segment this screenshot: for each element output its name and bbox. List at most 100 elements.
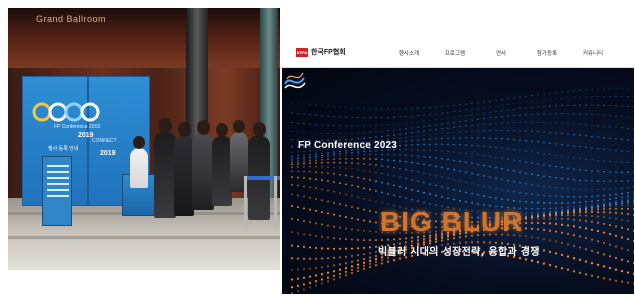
particle-dot: [321, 161, 323, 164]
particle-dot: [596, 230, 600, 233]
particle-dot: [536, 217, 540, 221]
particle-dot: [326, 265, 330, 268]
particle-dot: [387, 183, 389, 185]
particle-dot: [519, 102, 521, 104]
particle-dot: [554, 252, 558, 255]
particle-wave-graphic: [290, 87, 634, 294]
particle-dot: [303, 156, 305, 159]
particle-dot: [333, 106, 335, 108]
particle-dot: [387, 173, 389, 176]
particle-dot: [537, 121, 539, 124]
particle-dot: [315, 114, 317, 116]
particle-dot: [584, 214, 588, 217]
particle-dot: [530, 218, 534, 221]
particle-dot: [549, 92, 551, 94]
particle-dot: [483, 123, 485, 126]
particle-dot: [291, 183, 293, 186]
particle-dot: [387, 159, 389, 161]
particle-dot: [296, 232, 300, 235]
particle-dot: [573, 178, 575, 181]
nav-item-community[interactable]: 커뮤니티: [570, 49, 616, 57]
particle-dot: [345, 132, 347, 134]
particle-dot: [572, 218, 576, 221]
particle-dot: [615, 126, 617, 128]
particle-dot: [579, 96, 581, 98]
particle-dot: [471, 192, 473, 195]
nav-item-about[interactable]: 행사소개: [386, 49, 432, 57]
particle-dot: [549, 142, 551, 144]
particle-dot: [602, 231, 606, 234]
particle-dot: [584, 260, 588, 263]
particle-dot: [609, 198, 611, 200]
nav-item-program[interactable]: 프로그램: [432, 49, 478, 57]
particle-dot: [309, 165, 311, 168]
particle-dot: [632, 250, 634, 254]
particle-dot: [441, 118, 443, 120]
particle-dot: [620, 280, 624, 283]
particle-dot: [579, 123, 581, 125]
particle-dot: [525, 114, 527, 116]
nav-item-register[interactable]: 참가등록: [524, 49, 570, 57]
particle-dot: [368, 239, 372, 242]
particle-dot: [453, 198, 455, 201]
particle-dot: [561, 177, 563, 180]
particle-dot: [375, 164, 377, 166]
particle-dot: [321, 165, 323, 168]
particle-dot: [356, 247, 360, 250]
particle-dot: [363, 157, 365, 160]
particle-dot: [471, 182, 473, 185]
particle-dot: [447, 143, 449, 146]
particle-dot: [338, 263, 342, 266]
particle-dot: [591, 208, 593, 211]
particle-dot: [363, 132, 365, 134]
particle-dot: [608, 224, 612, 227]
particle-dot: [326, 276, 330, 279]
nav-item-speakers[interactable]: 연사: [478, 49, 524, 57]
particle-dot: [519, 130, 521, 132]
particle-dot: [536, 215, 540, 218]
booth-side-year: 2019: [100, 150, 116, 157]
particle-dot: [320, 266, 324, 269]
particle-dot: [357, 162, 359, 165]
particle-dot: [399, 176, 401, 179]
particle-dot: [446, 238, 450, 241]
particle-dot: [555, 92, 557, 94]
particle-dot: [608, 233, 612, 236]
particle-dot: [417, 107, 419, 109]
particle-dot: [356, 238, 360, 241]
particle-dot: [591, 96, 593, 98]
particle-dot: [309, 170, 311, 173]
particle-dot: [531, 184, 533, 186]
particle-dot: [585, 169, 587, 172]
particle-dot: [566, 224, 570, 227]
particle-dot: [399, 123, 401, 125]
particle-dot: [489, 155, 491, 158]
particle-dot: [296, 245, 300, 248]
particle-dot: [561, 187, 563, 190]
particle-dot: [566, 243, 570, 246]
particle-dot: [350, 265, 354, 268]
particle-dot: [296, 268, 300, 271]
particle-dot: [549, 165, 551, 167]
particle-dot: [489, 176, 491, 178]
particle-dot: [290, 291, 294, 294]
particle-dot: [363, 137, 365, 139]
particle-dot: [326, 257, 330, 260]
particle-dot: [321, 179, 323, 181]
particle-dot: [369, 188, 371, 191]
particle-dot: [297, 176, 299, 179]
site-logo[interactable]: KFPA 한국FP협회: [296, 47, 346, 57]
particle-dot: [333, 161, 335, 164]
particle-dot: [321, 156, 323, 159]
particle-dot: [549, 186, 551, 188]
particle-dot: [369, 117, 371, 119]
particle-dot: [321, 188, 323, 191]
particle-dot: [465, 200, 467, 203]
particle-dot: [561, 195, 563, 198]
particle-dot: [626, 228, 630, 231]
particle-dot: [608, 216, 612, 219]
particle-dot: [393, 159, 395, 162]
particle-dot: [417, 115, 419, 117]
particle-dot: [584, 219, 588, 223]
particle-dot: [297, 184, 299, 187]
